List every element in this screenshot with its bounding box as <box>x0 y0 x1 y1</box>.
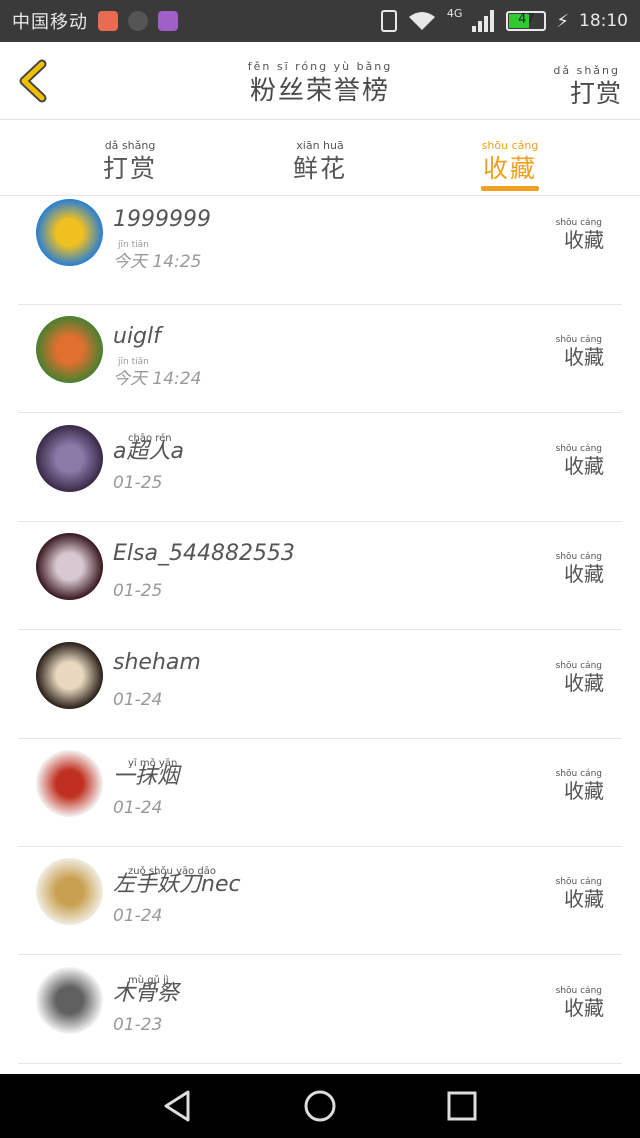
user-name: a超人a <box>113 438 184 464</box>
tab-favorites[interactable]: shōu cáng 收藏 <box>480 121 540 196</box>
user-name: 1999999 <box>113 207 211 232</box>
app-notification-icon <box>128 11 148 31</box>
timestamp: 01-24 <box>113 689 163 710</box>
recents-nav-icon[interactable] <box>444 1088 480 1124</box>
list-item[interactable]: zuǒ shǒu yāo dāo 左手妖刀nec 01-24 shōu cáng 收藏 <box>18 847 622 956</box>
favorite-label: 收藏 <box>564 453 604 478</box>
avatar[interactable] <box>36 424 103 492</box>
timestamp: 01-25 <box>113 472 163 493</box>
user-name: 左手妖刀nec <box>113 872 241 898</box>
tab-label: 打赏 <box>102 154 157 183</box>
page-title: 粉丝荣誉榜 <box>249 76 390 106</box>
clock: 18:10 <box>579 11 628 31</box>
avatar[interactable] <box>36 199 103 266</box>
mail-notification-icon <box>98 11 118 31</box>
home-nav-icon[interactable] <box>302 1088 338 1124</box>
signal-icon <box>472 10 495 32</box>
avatar[interactable] <box>36 641 103 709</box>
avatar[interactable] <box>36 533 103 601</box>
user-name: uiglf <box>113 324 161 350</box>
favorite-label: 收藏 <box>564 228 604 252</box>
wifi-icon <box>408 12 435 30</box>
battery-level: 47 <box>518 12 535 27</box>
favorite-label: 收藏 <box>564 995 604 1020</box>
list-item[interactable]: 1999999 jīn tiān 今天 14:25 shōu cáng 收藏 <box>18 197 622 305</box>
tab-flowers[interactable]: xiān huā 鲜花 <box>260 121 380 196</box>
timestamp: 01-25 <box>113 581 163 602</box>
tab-label: 鲜花 <box>292 154 347 183</box>
back-nav-icon[interactable] <box>160 1088 196 1124</box>
tab-tip[interactable]: dǎ shǎng 打赏 <box>70 121 190 196</box>
timestamp: 今天 14:25 <box>113 252 202 272</box>
timestamp: 01-23 <box>113 1014 163 1035</box>
gallery-notification-icon <box>158 11 178 31</box>
favorite-label: 收藏 <box>564 345 604 370</box>
user-name: 木骨祭 <box>113 980 180 1006</box>
tab-bar: dǎ shǎng 打赏 xiān huā 鲜花 shōu cáng 收藏 <box>0 121 640 196</box>
avatar[interactable] <box>36 966 103 1034</box>
list-item[interactable]: Elsa_544882553 01-25 shōu cáng 收藏 <box>18 522 622 631</box>
tip-button[interactable]: 打赏 <box>570 74 622 110</box>
avatar[interactable] <box>36 316 103 384</box>
header: fěn sī róng yù bǎng 粉丝荣誉榜 dǎ shǎng 打赏 <box>0 42 640 120</box>
favorite-label: 收藏 <box>564 562 604 587</box>
tab-label: 收藏 <box>482 154 537 183</box>
list-item[interactable]: uiglf jīn tiān 今天 14:24 shōu cáng 收藏 <box>18 305 622 414</box>
user-name: 一抹烟 <box>113 764 180 789</box>
navigation-bar <box>0 1074 640 1138</box>
user-name: sheham <box>113 649 201 675</box>
avatar[interactable] <box>36 750 103 817</box>
timestamp: 今天 14:24 <box>113 369 202 390</box>
charging-icon: ⚡ <box>556 10 569 32</box>
active-tab-indicator <box>481 186 539 191</box>
favorite-label: 收藏 <box>564 887 604 912</box>
network-type: 4G <box>446 6 463 20</box>
fan-list[interactable]: 1999999 jīn tiān 今天 14:25 shōu cáng 收藏 uiglf j… <box>0 197 640 1074</box>
timestamp: 01-24 <box>113 798 163 818</box>
list-item[interactable]: sheham 01-24 shōu cáng 收藏 <box>18 631 622 739</box>
list-item[interactable]: chāo rén a超人a 01-25 shōu cáng 收藏 <box>18 414 622 522</box>
timestamp: 01-24 <box>113 906 163 927</box>
carrier-name: 中国移动 <box>12 12 88 33</box>
favorite-label: 收藏 <box>564 670 604 695</box>
favorite-label: 收藏 <box>564 779 604 803</box>
user-name: Elsa_544882553 <box>113 541 295 567</box>
list-item[interactable]: mù gǔ jì 木骨祭 01-23 shōu cáng 收藏 <box>18 956 622 1064</box>
vibrate-icon <box>380 10 397 32</box>
battery-icon: 47 <box>506 11 547 31</box>
list-item[interactable]: yī mǒ yān 一抹烟 01-24 shōu cáng 收藏 <box>18 739 622 847</box>
list-item[interactable]: xiān yù <box>18 1064 622 1074</box>
avatar[interactable] <box>36 858 103 926</box>
status-bar: 中国移动 4G 47 ⚡ 18:10 <box>0 0 640 42</box>
